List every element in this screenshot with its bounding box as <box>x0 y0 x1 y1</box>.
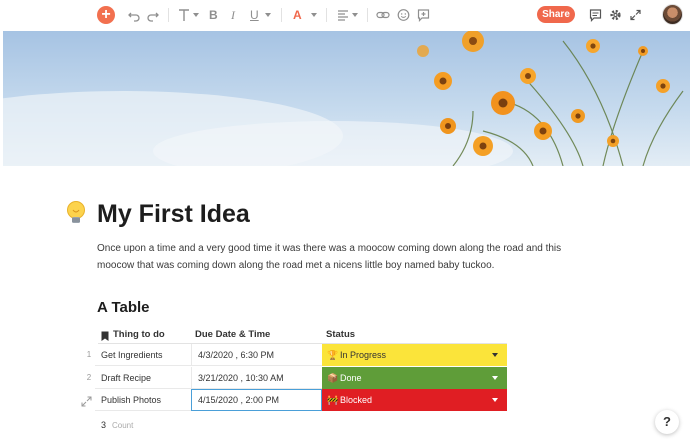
redo-icon[interactable] <box>147 7 159 23</box>
cover-image <box>3 31 690 166</box>
chevron-down-icon[interactable] <box>265 13 271 17</box>
row-count-label[interactable]: Count <box>112 421 133 430</box>
undo-icon[interactable] <box>128 7 140 23</box>
chevron-down-icon[interactable] <box>311 13 317 17</box>
box-icon: 📦 <box>327 373 339 383</box>
chevron-down-icon[interactable] <box>492 398 498 402</box>
text-color-button[interactable]: A <box>293 7 302 23</box>
chevron-down-icon[interactable] <box>193 13 199 17</box>
chevron-down-icon[interactable] <box>492 376 498 380</box>
chevron-down-icon[interactable] <box>492 353 498 357</box>
column-header-thing[interactable]: Thing to do <box>113 329 165 341</box>
plus-circle-icon[interactable]: + <box>97 6 115 24</box>
bold-button[interactable]: B <box>209 7 218 23</box>
share-button[interactable]: Share <box>537 6 575 23</box>
gear-icon[interactable] <box>609 7 622 23</box>
status-dropdown[interactable]: 📦 Done <box>322 367 507 389</box>
expand-icon[interactable] <box>629 7 642 23</box>
table-cell-due[interactable]: 4/15/2020 , 2:00 PM <box>191 389 322 411</box>
status-dropdown[interactable]: 🚧 Blocked <box>322 389 507 411</box>
table-cell-thing[interactable]: Publish Photos <box>95 389 191 411</box>
status-label: Done <box>340 373 362 383</box>
expand-row-icon[interactable] <box>81 394 92 412</box>
emoji-icon[interactable] <box>397 7 410 23</box>
underline-button[interactable]: U <box>250 7 259 23</box>
text-style-icon[interactable] <box>178 7 190 23</box>
table-cell-due[interactable]: 3/21/2020 , 10:30 AM <box>191 367 322 389</box>
table-cell-due[interactable]: 4/3/2020 , 6:30 PM <box>191 344 322 366</box>
table-cell-thing[interactable]: Draft Recipe <box>95 367 191 389</box>
row-number: 1 <box>86 350 92 359</box>
comments-icon[interactable] <box>589 7 602 23</box>
editor-toolbar: + B I U A Share <box>0 0 690 30</box>
lightbulb-icon[interactable] <box>65 201 87 227</box>
chevron-down-icon[interactable] <box>352 13 358 17</box>
body-paragraph[interactable]: Once upon a time and a very good time it… <box>97 240 597 274</box>
row-number: 2 <box>86 373 92 382</box>
table-cell-thing[interactable]: Get Ingredients <box>95 344 191 366</box>
section-heading[interactable]: A Table <box>97 299 150 316</box>
add-comment-icon[interactable] <box>417 7 430 23</box>
italic-button[interactable]: I <box>231 7 235 23</box>
column-header-status[interactable]: Status <box>326 329 355 341</box>
help-button[interactable]: ? <box>655 410 679 434</box>
trophy-icon: 🏆 <box>327 350 339 360</box>
status-dropdown[interactable]: 🏆 In Progress <box>322 344 507 366</box>
status-label: In Progress <box>340 350 387 360</box>
toolbar-divider <box>367 8 368 22</box>
align-left-icon[interactable] <box>337 7 349 23</box>
warning-icon: 🚧 <box>327 395 339 405</box>
toolbar-divider <box>168 8 169 22</box>
avatar[interactable] <box>662 4 683 25</box>
toolbar-divider <box>326 8 327 22</box>
page-title[interactable]: My First Idea <box>97 199 250 229</box>
row-count: 3 <box>101 420 107 430</box>
toolbar-divider <box>281 8 282 22</box>
status-label: Blocked <box>340 395 373 405</box>
column-header-due[interactable]: Due Date & Time <box>195 329 270 341</box>
link-icon[interactable] <box>376 7 390 23</box>
